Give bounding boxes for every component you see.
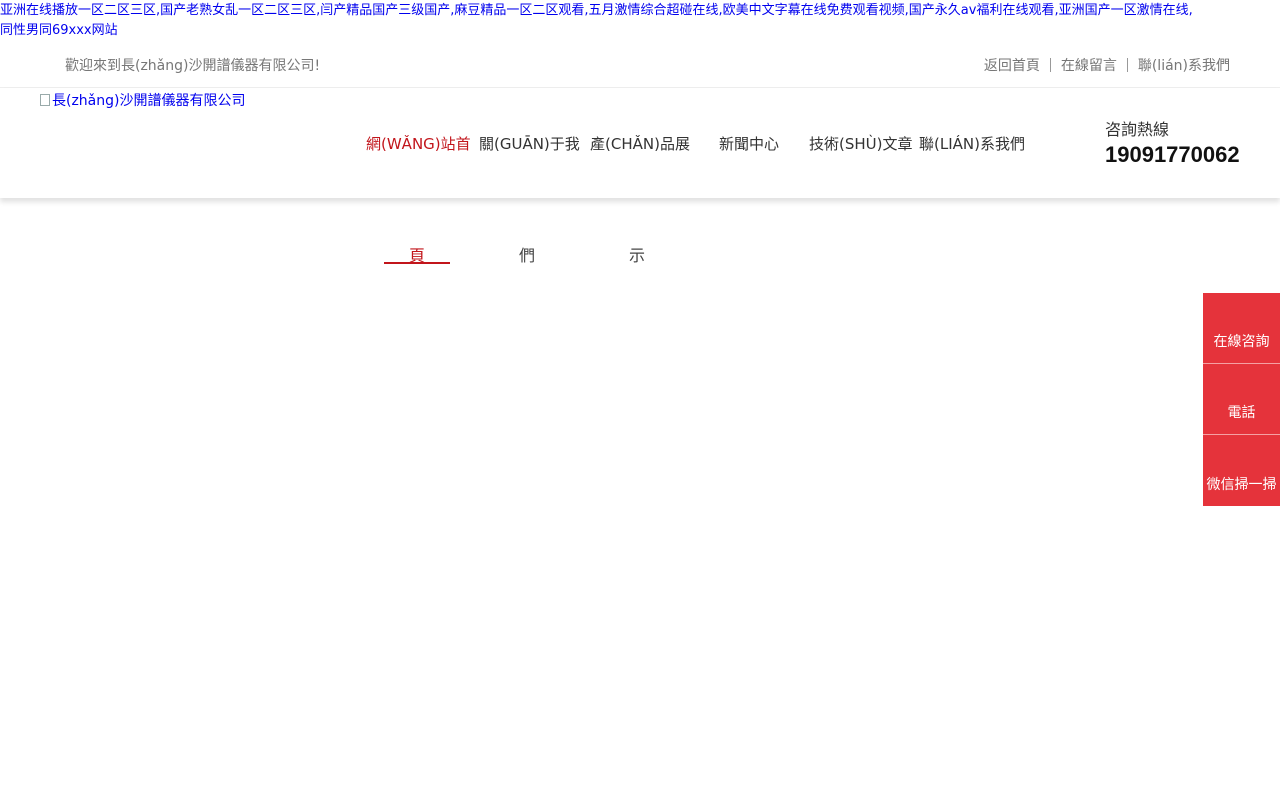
nav-item-contact[interactable]: 聯(LIÁN)系我們 — [919, 133, 1025, 154]
home-link[interactable]: 返回首頁 — [984, 55, 1040, 75]
active-tab-underline — [384, 262, 450, 264]
site-header: 長(zhǎng)沙開譜儀器有限公司 網(WǍNG)站首 關(GUĀN)于我 產(… — [0, 88, 1280, 198]
quick-links: 返回首頁 在線留言 聯(lián)系我們 — [984, 55, 1230, 75]
wechat-scan-button[interactable]: 微信掃一掃 — [1203, 435, 1280, 506]
hotline-label: 咨詢熱線 — [1105, 120, 1170, 139]
message-link[interactable]: 在線留言 — [1061, 55, 1117, 75]
float-panel: 在線咨詢 電話 微信掃一掃 — [1203, 293, 1280, 506]
contact-link[interactable]: 聯(lián)系我們 — [1138, 55, 1230, 75]
divider — [1126, 58, 1128, 72]
online-consult-button[interactable]: 在線咨詢 — [1203, 293, 1280, 364]
logo[interactable]: 長(zhǎng)沙開譜儀器有限公司 — [40, 90, 245, 110]
sub-tab-2[interactable]: 們 — [519, 242, 535, 266]
hotline: 咨詢熱線 19091770062 — [1105, 116, 1240, 168]
spam-link-line-1[interactable]: 亚洲在线播放一区二区三区,国产老熟女乱一区二区三区,闫产精品国产三级国产,麻豆精… — [0, 3, 1193, 18]
nav-item-about[interactable]: 關(GUĀN)于我 — [479, 133, 580, 154]
logo-alt-text: 長(zhǎng)沙開譜儀器有限公司 — [52, 93, 246, 109]
nav-item-home[interactable]: 網(WǍNG)站首 — [366, 133, 471, 154]
nav-item-tech-articles[interactable]: 技術(SHÙ)文章 — [809, 133, 912, 154]
spam-link-line-2[interactable]: 同性男同69xxx网站 — [0, 23, 118, 38]
hotline-number: 19091770062 — [1105, 142, 1240, 167]
spam-links-bar: 亚洲在线播放一区二区三区,国产老熟女乱一区二区三区,闫产精品国产三级国产,麻豆精… — [0, 0, 1280, 41]
nav-item-news[interactable]: 新聞中心 — [719, 133, 779, 154]
welcome-text: 歡迎來到長(zhǎng)沙開譜儀器有限公司! — [65, 58, 321, 74]
sub-tab-3[interactable]: 示 — [629, 242, 645, 266]
welcome-bar: 歡迎來到長(zhǎng)沙開譜儀器有限公司! 返回首頁 在線留言 聯(lián)… — [0, 44, 1280, 88]
sub-tabs: 頁 們 示 — [384, 242, 684, 266]
divider — [1049, 58, 1051, 72]
broken-image-icon — [40, 94, 50, 106]
phone-button[interactable]: 電話 — [1203, 364, 1280, 435]
nav-item-products[interactable]: 產(CHǍN)品展 — [590, 133, 690, 154]
